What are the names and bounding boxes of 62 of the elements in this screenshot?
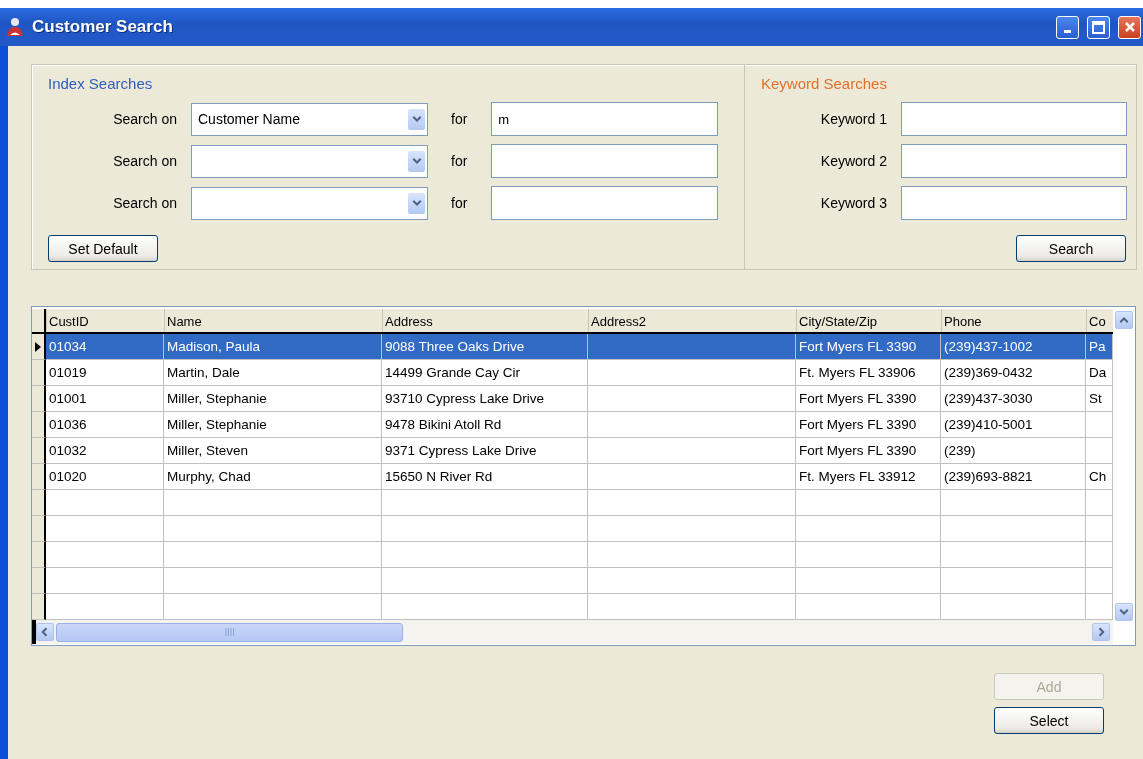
row-header[interactable] (32, 568, 46, 594)
close-button[interactable] (1118, 15, 1141, 39)
row-header[interactable] (32, 334, 46, 360)
field-label: for (451, 195, 468, 211)
group-title: Keyword Searches (761, 75, 887, 92)
dropdown[interactable]: Customer Name (191, 102, 428, 136)
row-header[interactable] (32, 386, 46, 412)
input-field[interactable] (901, 102, 1127, 136)
grip-icon (224, 628, 235, 636)
row-header[interactable] (32, 464, 46, 490)
field-label: Search on (112, 153, 177, 169)
field-label: Keyword 3 (819, 195, 887, 211)
column-header[interactable]: City/State/Zip (796, 309, 941, 332)
field-label: Search on (112, 111, 177, 127)
row-header[interactable] (32, 594, 46, 620)
table-row[interactable]: 01019 Martin, Dale 14499 Grande Cay Cir Ft. Myers FL 33906 (239)369-0432 Da (32, 360, 1113, 386)
input-field[interactable] (901, 186, 1127, 220)
field-label: for (451, 111, 468, 127)
action-button[interactable]: Select (994, 707, 1104, 734)
horizontal-scrollbar[interactable] (32, 620, 1113, 644)
field-label: Search on (112, 195, 177, 211)
column-header[interactable]: Address2 (588, 309, 796, 332)
table-row[interactable]: 01020 Murphy, Chad 15650 N River Rd Ft. Myers FL 33912 (239)693-8821 Ch (32, 464, 1113, 490)
row-header[interactable] (32, 542, 46, 568)
dropdown[interactable] (191, 144, 428, 178)
field-label: for (451, 153, 468, 169)
minimize-button[interactable] (1056, 15, 1079, 39)
input-field[interactable]: m (491, 102, 719, 136)
row-header[interactable] (32, 490, 46, 516)
scrollbar-thumb[interactable] (56, 622, 403, 642)
table-row[interactable]: 01001 Miller, Stephanie 93710 Cypress Lake Drive Fort Myers FL 3390 (239)437-3030 St (32, 386, 1113, 412)
row-header[interactable] (32, 412, 46, 438)
input-field[interactable] (491, 186, 719, 220)
scroll-down-button[interactable] (1115, 603, 1133, 621)
column-header[interactable]: Address (382, 309, 588, 332)
table-row[interactable]: 01032 Miller, Steven 9371 Cypress Lake Drive Fort Myers FL 3390 (239) (32, 438, 1113, 464)
scroll-left-button[interactable] (36, 623, 54, 641)
group-title: Index Searches (48, 75, 153, 92)
input-field[interactable] (901, 144, 1127, 178)
close-icon (1123, 21, 1136, 33)
field-label: Keyword 1 (819, 111, 887, 127)
maximize-button[interactable] (1087, 15, 1110, 39)
table-row[interactable]: 01034 Madison, Paula 9088 Three Oaks Drive Fort Myers FL 3390 (239)437-1002 Pa (32, 334, 1113, 360)
maximize-icon (1092, 20, 1105, 34)
field-label: Keyword 2 (819, 153, 887, 169)
row-pointer-icon (35, 341, 41, 352)
minimize-icon (1064, 29, 1071, 33)
input-field[interactable] (491, 144, 719, 178)
dropdown[interactable] (191, 186, 428, 220)
app-icon (4, 16, 26, 38)
table-row[interactable]: 01036 Miller, Stephanie 9478 Bikini Atoll Rd Fort Myers FL 3390 (239)410-5001 (32, 412, 1113, 438)
column-header[interactable]: Name (164, 309, 382, 332)
scroll-up-button[interactable] (1115, 311, 1133, 329)
search-button[interactable]: Search (1016, 235, 1126, 262)
row-header[interactable] (32, 438, 46, 464)
scroll-right-button[interactable] (1092, 623, 1110, 641)
column-header[interactable]: CustID (46, 309, 164, 332)
window-title: Customer Search (32, 17, 174, 37)
row-header[interactable] (32, 360, 46, 386)
column-header[interactable]: Phone (941, 309, 1086, 332)
row-header[interactable] (32, 516, 46, 542)
set-default-button[interactable]: Set Default (48, 235, 158, 262)
